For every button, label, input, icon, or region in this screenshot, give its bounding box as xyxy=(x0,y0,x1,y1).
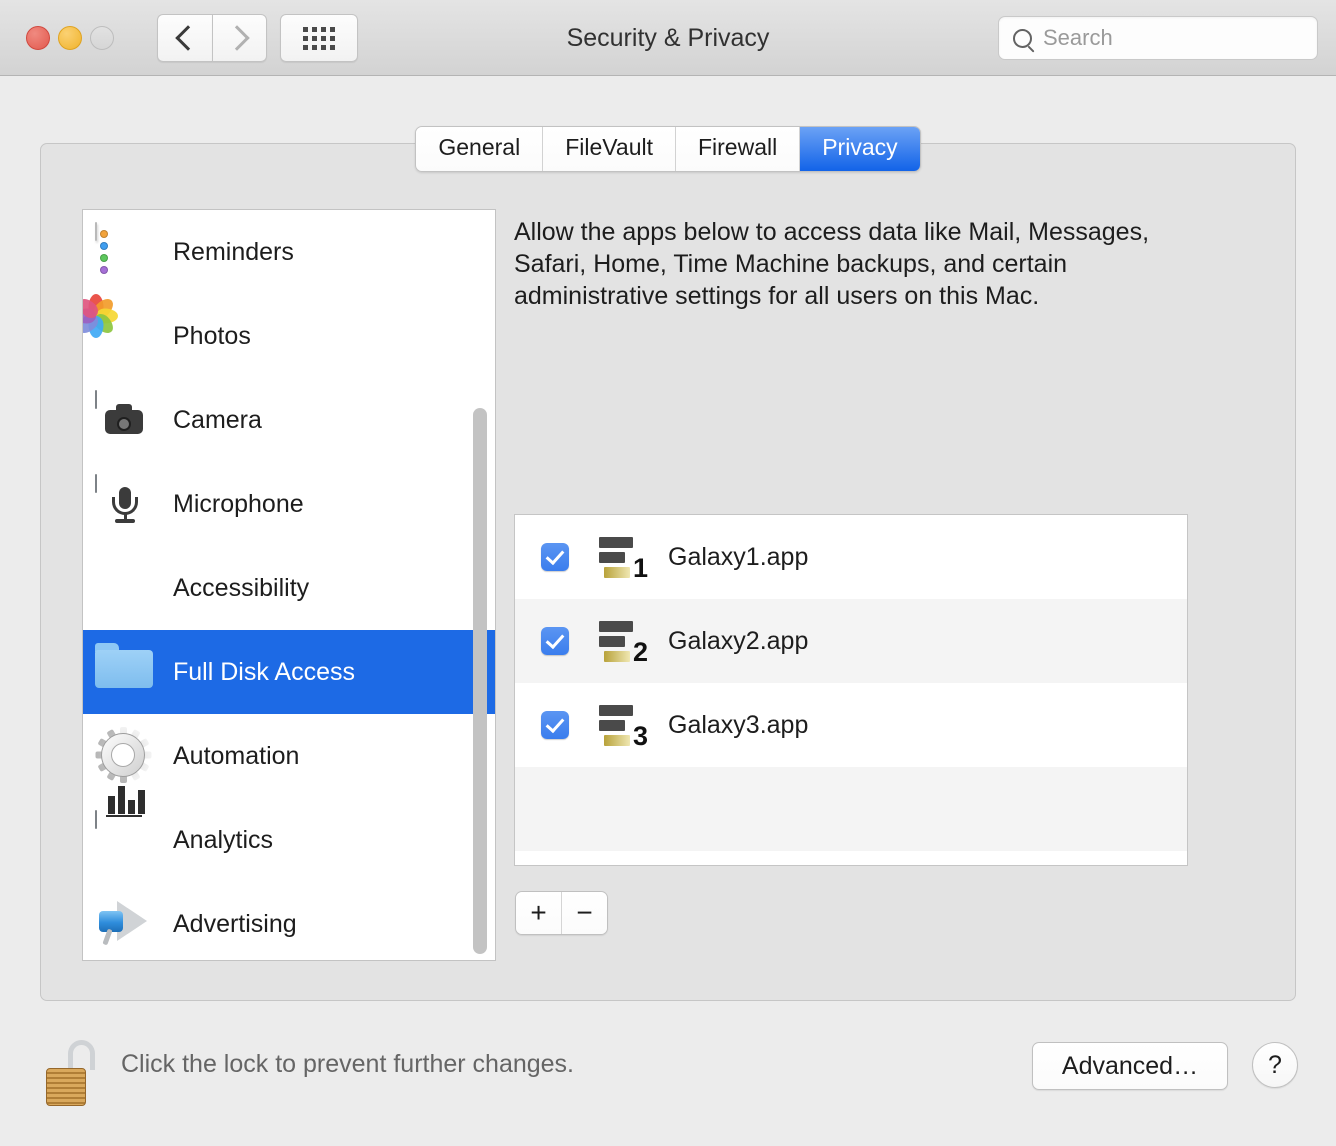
tab-firewall[interactable]: Firewall xyxy=(675,127,801,171)
sidebar-item-automation[interactable]: Automation xyxy=(83,714,495,798)
sidebar-item-microphone[interactable]: Microphone xyxy=(83,462,495,546)
camera-icon xyxy=(95,390,153,449)
search-icon xyxy=(1013,28,1032,48)
sidebar-item-full-disk-access[interactable]: Full Disk Access xyxy=(83,630,495,714)
app-icon-badge: 1 xyxy=(632,553,648,583)
app-checkbox[interactable] xyxy=(541,711,569,739)
sidebar-item-accessibility[interactable]: Accessibility xyxy=(83,546,495,630)
tab-bar: General FileVault Firewall Privacy xyxy=(0,126,1336,172)
app-icon-badge: 2 xyxy=(632,637,648,667)
sidebar-scrollbar[interactable] xyxy=(469,210,491,960)
app-icon: 2 xyxy=(594,619,648,667)
table-row[interactable]: 1 Galaxy1.app xyxy=(515,515,1187,599)
privacy-category-list[interactable]: Reminders Photos Camera Microphone Acces… xyxy=(82,209,496,961)
app-name: Galaxy1.app xyxy=(668,542,809,571)
allowed-apps-list[interactable]: 1 Galaxy1.app 2 Galaxy2.app 3 Galaxy3.ap… xyxy=(514,514,1188,866)
sidebar-item-reminders[interactable]: Reminders xyxy=(83,210,495,294)
add-remove-buttons: + − xyxy=(515,891,608,935)
reminders-icon xyxy=(95,222,153,281)
analytics-icon xyxy=(95,786,153,869)
app-checkbox[interactable] xyxy=(541,543,569,571)
app-icon-badge: 3 xyxy=(632,721,648,751)
app-name: Galaxy2.app xyxy=(668,626,809,655)
remove-app-button[interactable]: − xyxy=(562,892,607,934)
gear-icon xyxy=(95,727,153,785)
tab-privacy[interactable]: Privacy xyxy=(800,127,920,171)
app-icon: 3 xyxy=(594,703,648,751)
sidebar-item-label: Reminders xyxy=(173,237,294,266)
folder-icon xyxy=(95,643,153,701)
title-bar: Security & Privacy Search xyxy=(0,0,1336,76)
table-row[interactable]: 3 Galaxy3.app xyxy=(515,683,1187,767)
photos-icon xyxy=(83,293,153,365)
sidebar-item-label: Camera xyxy=(173,405,262,434)
sidebar-item-label: Photos xyxy=(173,321,251,350)
table-row-empty xyxy=(515,767,1187,851)
search-placeholder: Search xyxy=(1043,25,1113,50)
advanced-button[interactable]: Advanced… xyxy=(1032,1042,1228,1090)
category-items: Reminders Photos Camera Microphone Acces… xyxy=(83,210,495,960)
microphone-icon xyxy=(95,474,153,533)
help-button[interactable]: ? xyxy=(1252,1042,1298,1088)
sidebar-item-advertising[interactable]: Advertising xyxy=(83,882,495,960)
sidebar-item-analytics[interactable]: Analytics xyxy=(83,786,495,882)
accessibility-icon xyxy=(95,559,153,617)
tab-filevault[interactable]: FileVault xyxy=(543,127,676,171)
panel-description: Allow the apps below to access data like… xyxy=(514,218,1150,310)
megaphone-icon xyxy=(95,895,153,953)
search-field[interactable]: Search xyxy=(998,16,1318,60)
sidebar-item-label: Advertising xyxy=(173,909,297,938)
table-row[interactable]: 2 Galaxy2.app xyxy=(515,599,1187,683)
sidebar-item-label: Accessibility xyxy=(173,573,310,602)
preferences-content: Reminders Photos Camera Microphone Acces… xyxy=(40,143,1296,1001)
scrollbar-thumb[interactable] xyxy=(473,408,487,954)
sidebar-item-camera[interactable]: Camera xyxy=(83,378,495,462)
app-name: Galaxy3.app xyxy=(668,710,809,739)
full-disk-access-panel: Allow the apps below to access data like… xyxy=(514,209,1254,1099)
unlocked-padlock-icon[interactable] xyxy=(46,1040,100,1106)
app-icon: 1 xyxy=(594,535,648,583)
sidebar-item-label: Analytics xyxy=(173,825,274,854)
sidebar-item-label: Full Disk Access xyxy=(173,657,355,686)
lock-hint-text: Click the lock to prevent further change… xyxy=(121,1050,575,1078)
footer-bar: Click the lock to prevent further change… xyxy=(0,1020,1336,1146)
tab-general[interactable]: General xyxy=(416,127,544,171)
sidebar-item-label: Automation xyxy=(173,741,300,770)
app-checkbox[interactable] xyxy=(541,627,569,655)
add-app-button[interactable]: + xyxy=(516,892,562,934)
sidebar-item-photos[interactable]: Photos xyxy=(83,293,495,378)
sidebar-item-label: Microphone xyxy=(173,489,304,518)
table-row-empty xyxy=(515,851,1187,865)
